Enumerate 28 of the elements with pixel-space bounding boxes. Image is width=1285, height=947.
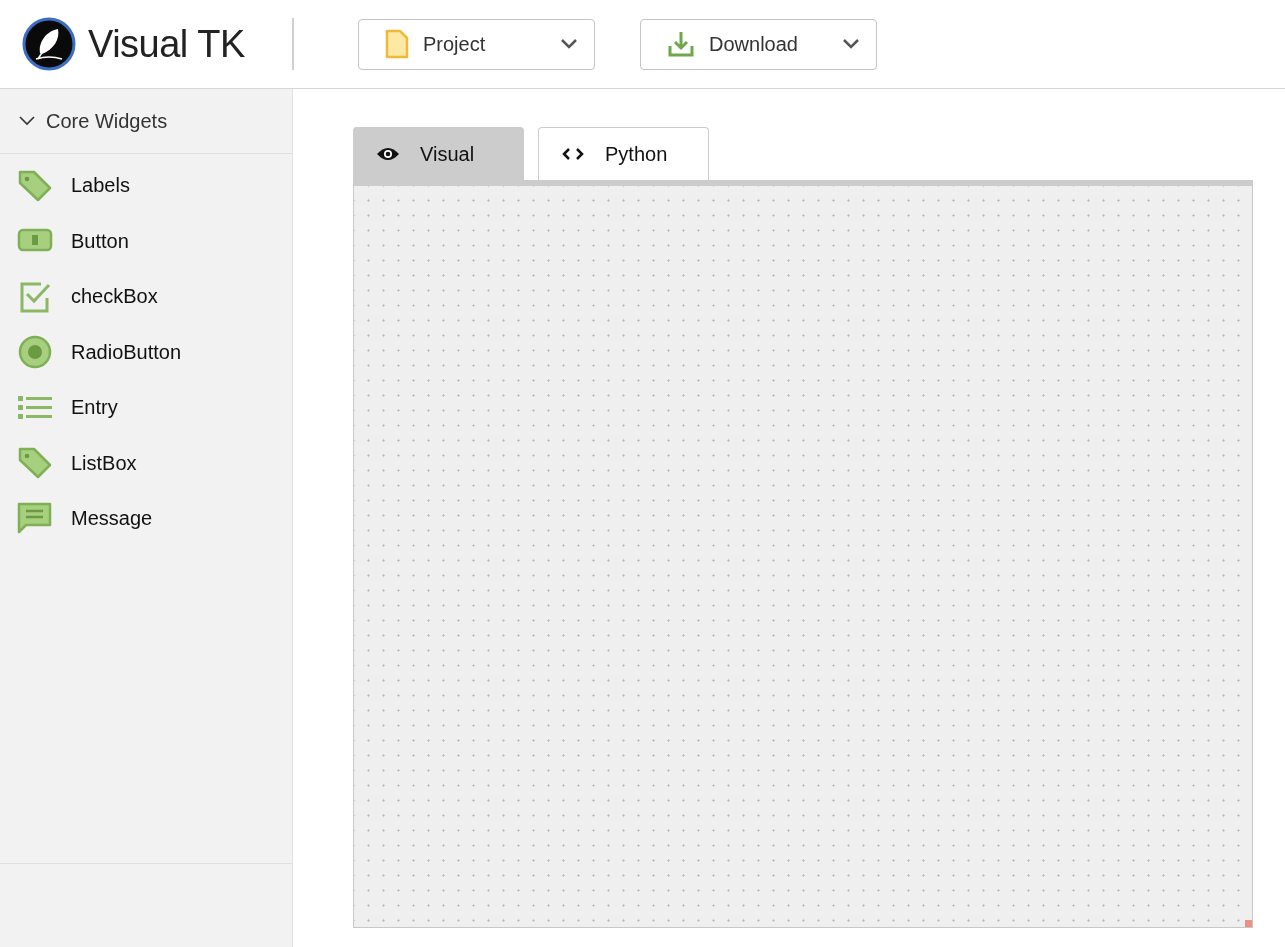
widget-item[interactable]: ListBox <box>0 435 292 491</box>
feather-logo-icon <box>22 17 76 71</box>
widget-item[interactable]: Labels <box>0 158 292 214</box>
chevron-down-icon <box>842 38 860 50</box>
code-icon <box>561 146 585 162</box>
editor-tab[interactable]: Visual <box>353 127 524 180</box>
section-header[interactable]: Core Widgets <box>0 89 292 154</box>
editor-tab[interactable]: Python <box>538 127 709 180</box>
tag-icon <box>17 168 53 203</box>
eye-icon <box>376 146 400 162</box>
project-dropdown[interactable]: Project <box>358 18 595 70</box>
resize-handle[interactable] <box>1245 920 1252 927</box>
widget-item[interactable]: checkBox <box>0 269 292 325</box>
chevron-down-icon <box>560 38 578 50</box>
message-icon <box>17 501 53 536</box>
app-title: Visual TK <box>88 22 245 66</box>
document-icon <box>385 29 409 59</box>
widget-item[interactable]: RadioButton <box>0 324 292 380</box>
widget-item[interactable]: Message <box>0 491 292 547</box>
design-canvas[interactable] <box>353 180 1253 928</box>
download-icon <box>667 30 695 58</box>
widget-item[interactable]: Button <box>0 213 292 269</box>
download-dropdown[interactable]: Download <box>640 18 877 70</box>
chevron-down-icon <box>18 115 36 127</box>
widget-item[interactable]: Entry <box>0 380 292 436</box>
tag-icon <box>17 446 53 481</box>
list-icon <box>17 394 53 421</box>
radio-icon <box>17 334 53 371</box>
